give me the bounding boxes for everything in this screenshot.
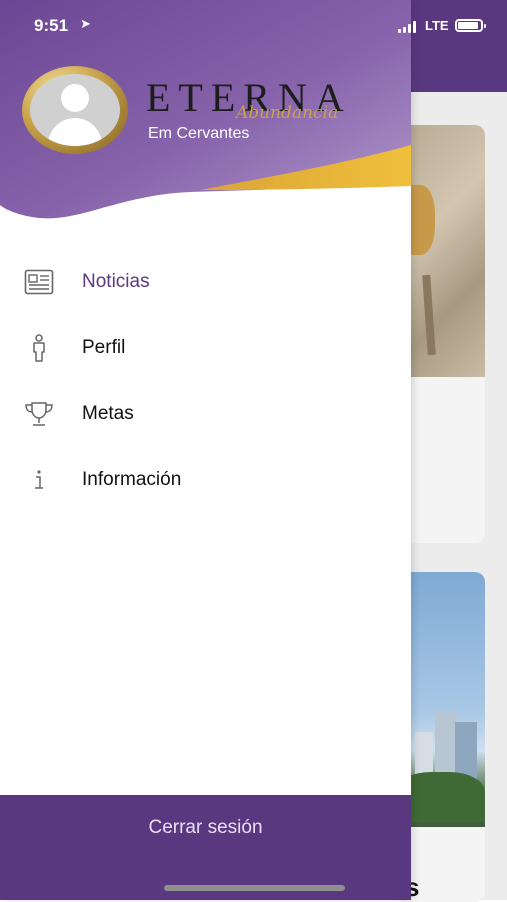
- status-bar: 9:51 ➤ LTE: [0, 0, 507, 50]
- avatar[interactable]: [30, 74, 120, 146]
- logout-label: Cerrar sesión: [148, 817, 263, 838]
- menu-item-label: Metas: [82, 403, 134, 424]
- side-drawer: ETERNA Abundancia Em Cervantes Noticias: [0, 0, 411, 900]
- network-type: LTE: [425, 18, 449, 33]
- person-icon: [24, 333, 54, 363]
- menu-item-label: Información: [82, 469, 182, 490]
- menu-item-noticias[interactable]: Noticias: [0, 250, 411, 316]
- drawer-menu: Noticias Perfil Metas Información: [0, 250, 411, 514]
- menu-item-label: Noticias: [82, 271, 150, 292]
- home-indicator[interactable]: [164, 885, 345, 891]
- info-icon: [24, 465, 54, 495]
- location-arrow-icon: ➤: [80, 16, 91, 31]
- newspaper-icon: [24, 267, 54, 297]
- menu-item-label: Perfil: [82, 337, 126, 358]
- status-time: 9:51: [34, 16, 69, 35]
- menu-item-informacion[interactable]: Información: [0, 448, 411, 514]
- location-subtitle: Em Cervantes: [148, 125, 250, 142]
- menu-item-perfil[interactable]: Perfil: [0, 316, 411, 382]
- brand-script: Abundancia: [236, 103, 339, 123]
- battery-icon: [455, 19, 486, 32]
- trophy-icon: [24, 399, 54, 429]
- menu-item-metas[interactable]: Metas: [0, 382, 411, 448]
- signal-icon: [398, 21, 418, 33]
